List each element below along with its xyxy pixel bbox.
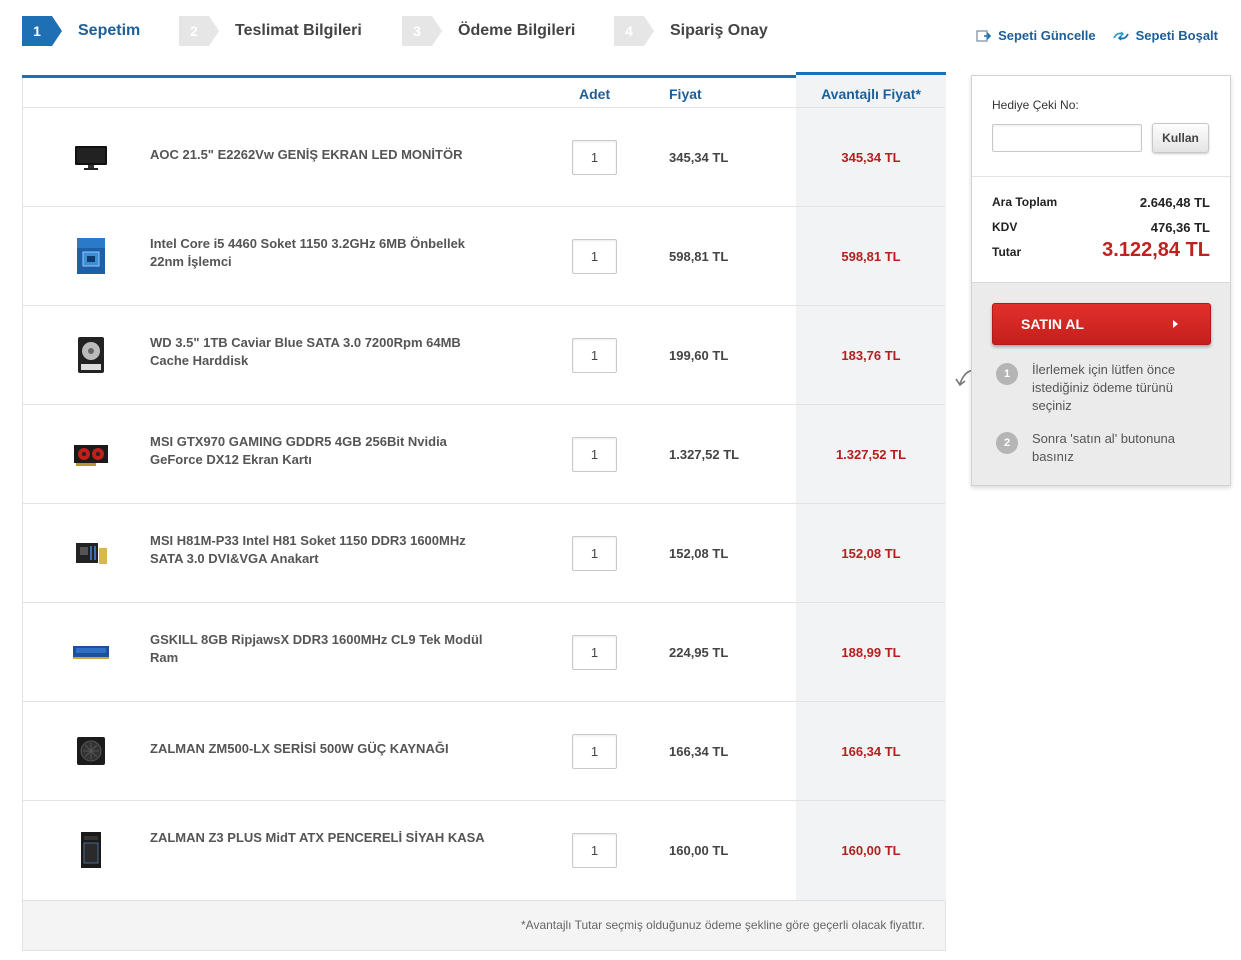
table-header: Adet Fiyat Avantajlı Fiyat* bbox=[23, 78, 945, 108]
quantity-input[interactable] bbox=[572, 536, 617, 571]
advantage-price: 152,08 TL bbox=[841, 546, 901, 561]
advantage-price: 598,81 TL bbox=[841, 249, 901, 264]
product-name[interactable]: GSKILL 8GB RipjawsX DDR3 1600MHz CL9 Tek… bbox=[150, 631, 495, 667]
buy-button[interactable]: SATIN AL bbox=[992, 303, 1211, 345]
step-odeme[interactable]: 3 Ödeme Bilgileri bbox=[402, 16, 614, 46]
column-header-avantajli: Avantajlı Fiyat* bbox=[821, 86, 921, 102]
play-arrow-icon bbox=[1173, 320, 1178, 328]
product-price: 345,34 TL bbox=[669, 150, 729, 165]
refresh-cart-icon bbox=[976, 29, 992, 42]
advantage-price: 188,99 TL bbox=[841, 645, 901, 660]
step-number: 1 bbox=[22, 16, 62, 46]
step-label: Sipariş Onay bbox=[670, 22, 768, 39]
empty-cart-icon bbox=[1112, 30, 1129, 41]
tax-value: 476,36 TL bbox=[1150, 220, 1210, 235]
advantage-price: 160,00 TL bbox=[841, 843, 901, 858]
gift-code-input[interactable] bbox=[992, 124, 1142, 152]
total-label: Tutar bbox=[992, 245, 1022, 259]
subtotal-value: 2.646,48 TL bbox=[1139, 195, 1210, 210]
order-summary-panel: Hediye Çeki No: Kullan Ara Toplam 2.646,… bbox=[971, 75, 1231, 486]
advantage-price-note: *Avantajlı Tutar seçmiş olduğunuz ödeme … bbox=[521, 918, 925, 932]
power-supply-icon[interactable] bbox=[71, 732, 111, 770]
product-name[interactable]: WD 3.5" 1TB Caviar Blue SATA 3.0 7200Rpm… bbox=[150, 334, 495, 370]
table-row: WD 3.5" 1TB Caviar Blue SATA 3.0 7200Rpm… bbox=[23, 306, 945, 405]
divider bbox=[972, 176, 1230, 177]
advantage-price: 183,76 TL bbox=[841, 348, 901, 363]
step-number: 2 bbox=[179, 16, 219, 46]
product-price: 199,60 TL bbox=[669, 348, 729, 363]
subtotal-label: Ara Toplam bbox=[992, 195, 1058, 209]
cart-actions: Sepeti Güncelle Sepeti Boşalt bbox=[976, 28, 1218, 43]
advantage-price: 345,34 TL bbox=[841, 150, 901, 165]
empty-cart-link[interactable]: Sepeti Boşalt bbox=[1112, 28, 1218, 43]
cart-table: Adet Fiyat Avantajlı Fiyat* AOC 21.5" E2… bbox=[22, 72, 946, 951]
step-label: Teslimat Bilgileri bbox=[235, 22, 362, 39]
hint-number: 2 bbox=[996, 432, 1018, 454]
step-label: Sepetim bbox=[78, 22, 141, 39]
product-price: 1.327,52 TL bbox=[669, 447, 740, 462]
product-name[interactable]: AOC 21.5" E2262Vw GENİŞ EKRAN LED MONİTÖ… bbox=[150, 146, 495, 164]
quantity-input[interactable] bbox=[572, 140, 617, 175]
hint-text: Sonra 'satın al' butonuna basınız bbox=[1032, 431, 1176, 464]
hint-text: İlerlemek için lütfen önce istediğiniz ö… bbox=[1032, 362, 1176, 413]
column-header-adet: Adet bbox=[579, 86, 611, 102]
product-price: 160,00 TL bbox=[669, 843, 729, 858]
table-row: ZALMAN ZM500-LX SERİSİ 500W GÜÇ KAYNAĞI … bbox=[23, 702, 945, 801]
step-siparis-onay[interactable]: 4 Sipariş Onay bbox=[614, 16, 794, 46]
step-label: Ödeme Bilgileri bbox=[458, 22, 576, 39]
tax-label: KDV bbox=[992, 220, 1018, 234]
table-row: Intel Core i5 4460 Soket 1150 3.2GHz 6MB… bbox=[23, 207, 945, 306]
product-price: 224,95 TL bbox=[669, 645, 729, 660]
product-price: 152,08 TL bbox=[669, 546, 729, 561]
step-number: 3 bbox=[402, 16, 442, 46]
motherboard-icon[interactable] bbox=[71, 534, 111, 572]
advantage-column-accent bbox=[796, 72, 946, 75]
table-row: AOC 21.5" E2262Vw GENİŞ EKRAN LED MONİTÖ… bbox=[23, 108, 945, 207]
pc-case-icon[interactable] bbox=[71, 831, 111, 869]
buy-button-label: SATIN AL bbox=[1021, 316, 1084, 332]
product-name[interactable]: MSI GTX970 GAMING GDDR5 4GB 256Bit Nvidi… bbox=[150, 433, 495, 469]
graphics-card-icon[interactable] bbox=[71, 435, 111, 473]
monitor-icon[interactable] bbox=[71, 138, 111, 176]
update-cart-label: Sepeti Güncelle bbox=[998, 28, 1096, 43]
step-teslimat[interactable]: 2 Teslimat Bilgileri bbox=[179, 16, 402, 46]
quantity-input[interactable] bbox=[572, 734, 617, 769]
product-price: 166,34 TL bbox=[669, 744, 729, 759]
update-cart-link[interactable]: Sepeti Güncelle bbox=[976, 28, 1096, 43]
cpu-box-icon[interactable] bbox=[71, 237, 111, 275]
summary-top: Hediye Çeki No: Kullan Ara Toplam 2.646,… bbox=[972, 76, 1230, 283]
table-footer: *Avantajlı Tutar seçmiş olduğunuz ödeme … bbox=[23, 900, 945, 950]
quantity-input[interactable] bbox=[572, 239, 617, 274]
advantage-price: 1.327,52 TL bbox=[835, 447, 907, 462]
use-gift-code-button[interactable]: Kullan bbox=[1152, 123, 1209, 153]
ram-icon[interactable] bbox=[71, 633, 111, 671]
table-row: GSKILL 8GB RipjawsX DDR3 1600MHz CL9 Tek… bbox=[23, 603, 945, 702]
hint-number: 1 bbox=[996, 363, 1018, 385]
quantity-input[interactable] bbox=[572, 635, 617, 670]
total-value: 3.122,84 TL bbox=[1102, 239, 1210, 261]
quantity-input[interactable] bbox=[572, 338, 617, 373]
product-name[interactable]: ZALMAN Z3 PLUS MidT ATX PENCERELİ SİYAH … bbox=[150, 829, 495, 847]
advantage-price: 166,34 TL bbox=[841, 744, 901, 759]
checkout-steps: 1 Sepetim 2 Teslimat Bilgileri 3 Ödeme B… bbox=[22, 16, 794, 46]
table-row: MSI GTX970 GAMING GDDR5 4GB 256Bit Nvidi… bbox=[23, 405, 945, 504]
column-header-fiyat: Fiyat bbox=[669, 86, 702, 102]
step-sepetim[interactable]: 1 Sepetim bbox=[22, 16, 179, 46]
empty-cart-label: Sepeti Boşalt bbox=[1135, 28, 1218, 43]
table-row: ZALMAN Z3 PLUS MidT ATX PENCERELİ SİYAH … bbox=[23, 801, 945, 900]
quantity-input[interactable] bbox=[572, 833, 617, 868]
quantity-input[interactable] bbox=[572, 437, 617, 472]
cart-rows: AOC 21.5" E2262Vw GENİŞ EKRAN LED MONİTÖ… bbox=[23, 108, 945, 900]
product-name[interactable]: MSI H81M-P33 Intel H81 Soket 1150 DDR3 1… bbox=[150, 532, 495, 568]
product-name[interactable]: Intel Core i5 4460 Soket 1150 3.2GHz 6MB… bbox=[150, 235, 495, 271]
step-number: 4 bbox=[614, 16, 654, 46]
harddisk-icon[interactable] bbox=[71, 336, 111, 374]
table-row: MSI H81M-P33 Intel H81 Soket 1150 DDR3 1… bbox=[23, 504, 945, 603]
gift-code-label: Hediye Çeki No: bbox=[992, 98, 1079, 112]
product-name[interactable]: ZALMAN ZM500-LX SERİSİ 500W GÜÇ KAYNAĞI bbox=[150, 740, 495, 758]
product-price: 598,81 TL bbox=[669, 249, 729, 264]
